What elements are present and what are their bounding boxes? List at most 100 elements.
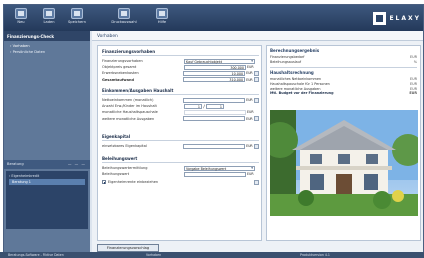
financing-type-select[interactable]: Kauf Gebrauchtobjekt (184, 58, 255, 64)
budget-unit: EUR (410, 86, 417, 91)
field-label: Erwerbsnebenkosten (102, 71, 139, 76)
budget-label: weitere monatliche Ausgaben (270, 86, 321, 91)
result-unit: % (413, 60, 417, 65)
result-unit: EUR (410, 55, 417, 60)
form-row: Beleihungswert EUR (102, 171, 259, 177)
financing-proposal-button[interactable]: Finanzierungsvorschlag (97, 244, 159, 252)
budget-heading: Haushaltsrechnung (270, 69, 314, 75)
checkbox-label: Eigenheimrente einbeziehen (107, 180, 159, 185)
section-financing: Finanzierungsvorhaben Finanzierungsvorha… (102, 49, 259, 83)
equity-input[interactable] (183, 143, 246, 149)
input-form: Finanzierungsvorhaben Finanzierungsvorha… (97, 45, 262, 241)
sidebar: Finanzierungs-Check › Vorhaben › Persönl… (4, 31, 90, 255)
unit-label: EUR (247, 110, 254, 115)
unit-label: EUR (246, 116, 253, 121)
kids-input[interactable]: 1 (206, 103, 224, 109)
section-equity: Eigenkapital einsetzbares Eigenkapital E… (102, 134, 259, 149)
section-heading: Beleihungswert (102, 156, 259, 163)
budget-label: Haushaltspauschale für 1 Personen (270, 81, 330, 86)
total-input: 310.000 (183, 77, 246, 83)
lending-value-input[interactable] (184, 171, 246, 177)
divider (270, 66, 417, 68)
field-label: Gesamtaufwand (102, 77, 134, 82)
form-row: weitere monatliche Ausgaben EUR (102, 116, 259, 122)
budget-label: monatliches Nettoeinkommen (270, 76, 322, 81)
save-icon (71, 8, 83, 19)
field-label: monatliche Haushaltspauschale (102, 110, 158, 115)
sidebar-tree: › Eigenheimkredit Beratung 1 (6, 171, 88, 229)
sidebar-section-title: Beratung (7, 162, 24, 166)
save-button[interactable]: Speichern (64, 7, 90, 29)
details-button[interactable] (254, 77, 259, 83)
unit-label: EUR (246, 71, 253, 76)
unit-label: EUR (247, 65, 254, 70)
new-button[interactable]: Neu (8, 7, 34, 29)
lending-calc-select[interactable]: Vorgabe Beleihungswert (184, 165, 255, 171)
budget-total-row: Mtl. Budget vor der Finanzierung EUR (267, 91, 420, 96)
results-panel: Berechnungsergebnis Finanzierungsbedarf … (266, 45, 421, 241)
status-right: Produktversion 4.1 (300, 253, 330, 257)
help-icon (156, 8, 168, 19)
details-button[interactable] (254, 97, 259, 103)
form-row: Gesamtaufwand 310.000 EUR (102, 77, 259, 83)
house-photo (270, 110, 418, 216)
logo-mark-icon (373, 11, 387, 25)
section-controls-icon[interactable]: — — — (68, 162, 86, 166)
object-price-input[interactable]: 300.000 (184, 64, 246, 70)
unit-label: EUR (247, 172, 254, 177)
print-button-label: Druckauswahl (111, 20, 137, 24)
save-button-label: Speichern (68, 20, 86, 24)
app-window: Neu Laden Speichern Druckauswahl Hilfe E… (3, 4, 424, 256)
tree-item-selected[interactable]: Beratung 1 (9, 179, 85, 186)
form-row: Eigenheimrente einbeziehen (102, 179, 259, 185)
load-button[interactable]: Laden (36, 7, 62, 29)
logo-text: ELAXY (389, 14, 421, 22)
page-title: Vorhaben (92, 31, 423, 41)
other-expenses-input[interactable] (183, 116, 246, 122)
status-bar: Beratungs-Software - Fiktive Daten Vorha… (0, 252, 424, 258)
help-button[interactable]: Hilfe (149, 7, 175, 29)
net-income-input[interactable] (183, 97, 246, 103)
section-heading: Finanzierungsvorhaben (102, 49, 259, 56)
details-button[interactable] (254, 116, 259, 122)
field-label: einsetzbares Eigenkapital (102, 144, 147, 149)
budget-unit: EUR (409, 91, 417, 96)
section-income: Einkommen/Ausgaben Haushalt Nettoeinkomm… (102, 88, 259, 122)
section-heading: Einkommen/Ausgaben Haushalt (102, 88, 259, 95)
details-button[interactable] (254, 179, 259, 185)
result-row: Beleihungsauslauf % (267, 60, 420, 65)
field-label: Finanzierungsvorhaben (102, 59, 143, 64)
result-label: Finanzierungsbedarf (270, 55, 305, 60)
new-button-label: Neu (17, 20, 25, 24)
section-heading: Eigenkapital (102, 134, 259, 141)
field-label: Objektpreis gesamt (102, 65, 137, 70)
main-content: Vorhaben Finanzierungsvorhaben Finanzier… (92, 31, 423, 255)
status-left: Beratungs-Software - Fiktive Daten (8, 253, 64, 257)
adults-input[interactable]: 1 (184, 103, 202, 109)
toolbar: Neu Laden Speichern Druckauswahl Hilfe E… (4, 5, 423, 31)
print-button[interactable]: Druckauswahl (108, 7, 140, 29)
pension-checkbox[interactable] (102, 180, 106, 185)
print-icon (118, 8, 130, 19)
sidebar-item-persoenliche-daten[interactable]: › Persönliche Daten (4, 49, 90, 55)
details-button[interactable] (254, 70, 259, 76)
unit-label: EUR (246, 77, 253, 82)
sidebar-section-header: Beratung — — — (4, 160, 90, 169)
company-logo: ELAXY (373, 10, 421, 26)
unit-label: EUR (246, 98, 253, 103)
budget-label: Mtl. Budget vor der Finanzierung (270, 91, 334, 96)
details-button[interactable] (254, 143, 259, 149)
section-lending-value: Beleihungswert Beleihungswertermittlung … (102, 156, 259, 186)
unit-label: EUR (246, 144, 253, 149)
costs-input[interactable]: 10.000 (183, 70, 246, 76)
help-button-label: Hilfe (157, 20, 167, 24)
budget-unit: EUR (410, 76, 417, 81)
form-row: einsetzbares Eigenkapital EUR (102, 143, 259, 149)
load-button-label: Laden (43, 20, 55, 24)
open-folder-icon (43, 8, 55, 19)
field-label: Beleihungswert (102, 172, 130, 177)
field-label: Nettoeinkommen (monatlich) (102, 98, 154, 103)
field-label: Anzahl Erw./Kinder im Haushalt (102, 104, 157, 109)
sidebar-title: Finanzierungs-Check (4, 31, 90, 41)
new-file-icon (15, 8, 27, 19)
